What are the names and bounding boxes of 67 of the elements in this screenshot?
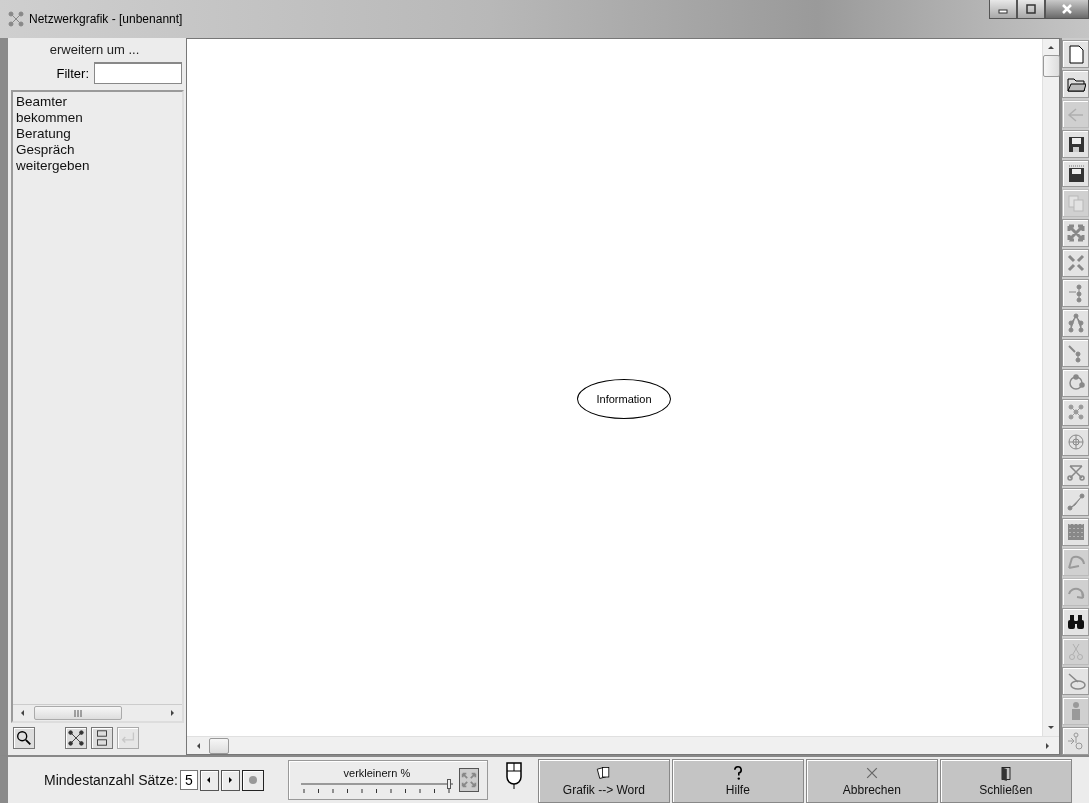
fit-button[interactable] <box>458 768 479 792</box>
network-icon <box>1065 462 1086 483</box>
min-count-field[interactable]: 5 <box>179 770 198 790</box>
zoom-slider[interactable] <box>300 778 453 789</box>
network-icon <box>1065 402 1086 423</box>
list-item[interactable]: Beamter <box>16 94 179 110</box>
tool-button[interactable] <box>13 727 35 749</box>
right-arrow-icon <box>226 776 235 784</box>
list-item[interactable]: weitergeben <box>16 158 179 174</box>
toolbar-button[interactable] <box>1062 129 1089 158</box>
expand-arrows-icon <box>459 771 478 789</box>
scroll-up-icon <box>1047 43 1055 51</box>
action-button[interactable]: Abbrechen <box>805 759 938 803</box>
close-button[interactable] <box>1045 0 1089 19</box>
copy-icon <box>1065 193 1086 214</box>
network-icon <box>8 11 24 27</box>
toolbar-button[interactable] <box>1062 159 1089 188</box>
network-icon <box>67 729 85 747</box>
increase-button[interactable] <box>220 769 240 791</box>
magnifier-icon <box>15 729 33 747</box>
expand-arrows-icon <box>1065 223 1086 244</box>
scrollbar-thumb[interactable] <box>209 737 229 754</box>
list-item[interactable]: Gespräch <box>16 142 179 158</box>
vertical-scrollbar[interactable] <box>1042 39 1059 736</box>
network-icon <box>1065 731 1086 752</box>
list-item[interactable]: bekommen <box>16 110 179 126</box>
maximize-button[interactable] <box>1017 0 1045 19</box>
filter-label: Filter: <box>56 65 89 81</box>
scroll-right-icon <box>1043 741 1051 750</box>
list-item[interactable]: Beratung <box>16 126 179 142</box>
toolbar-button[interactable] <box>1062 69 1089 98</box>
mouse-icon <box>503 760 524 790</box>
min-count-label: Mindestanzahl Sätze: <box>44 772 178 788</box>
maximize-icon <box>1026 4 1036 14</box>
decrease-button[interactable] <box>199 769 219 791</box>
tool-button[interactable] <box>65 727 87 749</box>
panel-heading: erweitern um ... <box>48 42 141 57</box>
grip-icon <box>73 709 82 717</box>
horizontal-scrollbar[interactable] <box>13 704 182 721</box>
grid-icon <box>1065 521 1086 542</box>
scrollbar-thumb[interactable] <box>1042 55 1060 77</box>
close-icon <box>1061 3 1073 15</box>
window-title: Netzwerkgrafik - [unbenannt] <box>29 12 183 26</box>
scroll-right-icon <box>168 709 176 717</box>
scroll-left-icon <box>195 741 203 750</box>
tool-button[interactable] <box>91 727 113 749</box>
action-button[interactable]: Hilfe <box>671 759 804 803</box>
scroll-down-icon <box>1047 724 1055 732</box>
zoom-label: verkleinern % <box>343 766 411 779</box>
dot-icon <box>247 775 258 785</box>
graph-node[interactable]: Information <box>577 379 671 419</box>
cards-icon <box>595 765 612 781</box>
action-button[interactable]: Schließen <box>939 759 1072 803</box>
shrink-arrows-icon <box>1065 253 1086 274</box>
tree-icon <box>1065 312 1086 333</box>
slider-thumb[interactable] <box>446 778 451 789</box>
line-chart-icon <box>1065 492 1086 513</box>
minimize-button[interactable] <box>989 0 1017 19</box>
network-icon <box>1065 432 1086 453</box>
scroll-left-icon <box>19 709 27 717</box>
scrollbar-thumb[interactable] <box>33 706 122 720</box>
filter-field[interactable] <box>94 62 182 84</box>
tick-marks-icon <box>300 788 453 794</box>
record-button[interactable] <box>241 769 264 791</box>
toolbar-button[interactable] <box>1062 607 1089 636</box>
horizontal-scrollbar[interactable] <box>187 736 1059 754</box>
action-button[interactable]: Grafik --> Word <box>537 759 670 803</box>
